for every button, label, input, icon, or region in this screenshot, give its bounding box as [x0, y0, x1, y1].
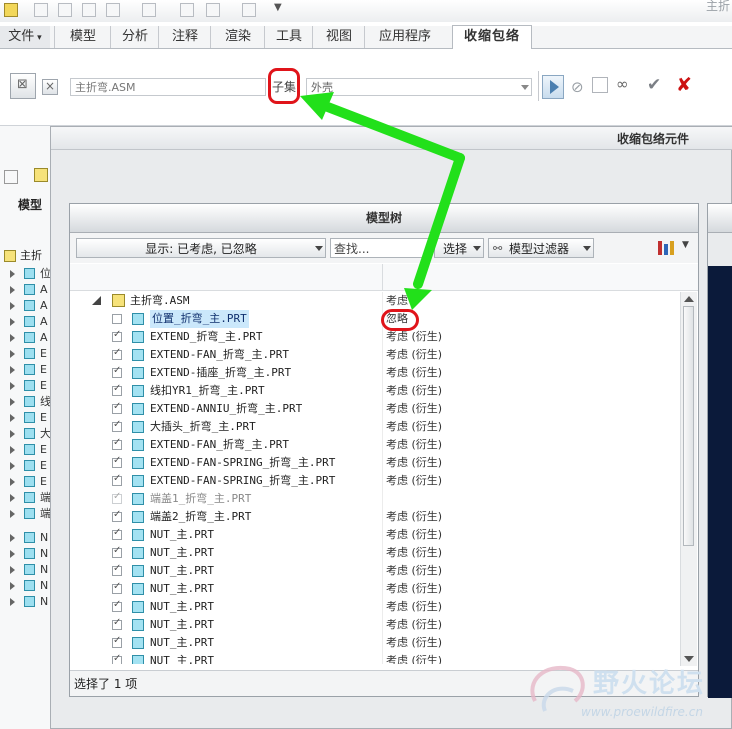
arrow-segment	[315, 99, 465, 163]
arrow-head-down	[404, 288, 432, 310]
watermark-url: www.proewildfire.cn	[581, 705, 703, 719]
arrow-segment	[413, 153, 465, 289]
forum-watermark: 野火论坛 www.proewildfire.cn	[515, 661, 730, 725]
watermark-title: 野火论坛	[593, 669, 706, 699]
annotation-arrow	[300, 92, 465, 310]
